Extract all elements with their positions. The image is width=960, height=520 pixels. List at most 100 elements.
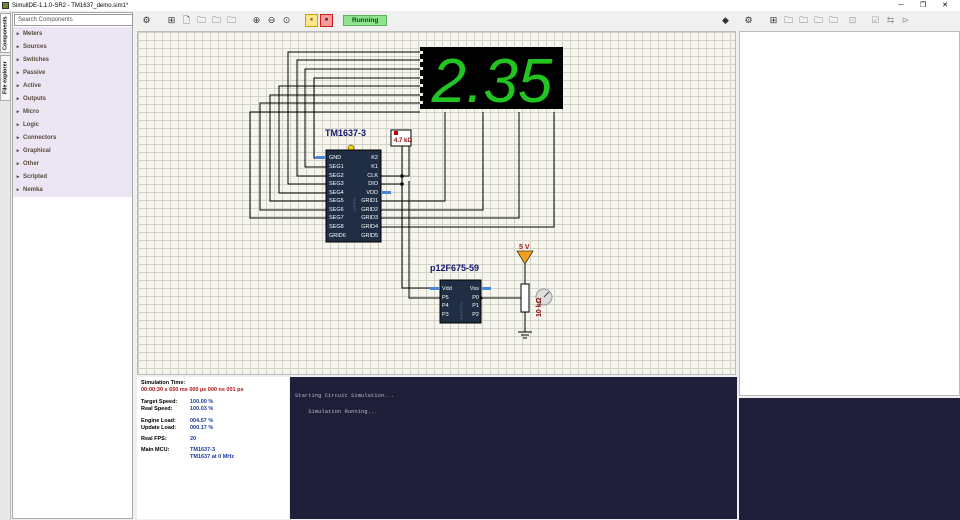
pin-seg3: SEG3 xyxy=(329,181,344,187)
mcu-pin-vss: Vss xyxy=(470,286,479,292)
potentiometer-10k[interactable]: 10 kΩ xyxy=(520,283,553,317)
expand-arrow-icon: ▸ xyxy=(16,121,20,128)
stop-icon[interactable]: ⏹ xyxy=(320,14,333,27)
pic12f675-mcu[interactable]: p12F675-59 PIC12F675 Vdd P5 P4 P3 Vss P0… xyxy=(430,263,491,324)
zoom-reset-icon[interactable]: ⊙ xyxy=(280,14,293,27)
info-icon[interactable]: ◆ xyxy=(719,14,732,27)
pot-value: 10 kΩ xyxy=(536,297,543,317)
window-title: SimulIDE-1.1.0-SR2 - TM1637_demo.sim1* xyxy=(12,2,129,9)
expand-arrow-icon: ▸ xyxy=(16,82,20,89)
pin-grid3: GRID3 xyxy=(361,215,378,221)
code-editor-panel[interactable] xyxy=(739,31,960,396)
mcu-body-text: PIC12F675 xyxy=(459,302,463,320)
category-scripted[interactable]: ▸ Scripted xyxy=(13,170,132,183)
editor-new-icon[interactable]: ⊞ xyxy=(767,14,780,27)
category-outputs[interactable]: ▸ Outputs xyxy=(13,92,132,105)
pin-k1: K1 xyxy=(371,164,378,170)
close-icon[interactable]: ✕ xyxy=(934,0,956,11)
pin-dio: DIO xyxy=(368,181,379,187)
tab-components-label: Components xyxy=(2,16,9,50)
editor-print-icon[interactable]: 🗀 xyxy=(827,14,840,27)
pin-grid4: GRID4 xyxy=(361,224,378,230)
compile-icon[interactable]: ☑ xyxy=(869,14,882,27)
run-icon[interactable]: ⊳ xyxy=(899,14,912,27)
category-nemka[interactable]: ▸ Nemka xyxy=(13,183,132,196)
gear-icon[interactable]: ⚙ xyxy=(140,14,153,27)
category-label: Passive xyxy=(23,69,46,76)
expand-arrow-icon: ▸ xyxy=(16,173,20,180)
restore-icon[interactable]: ❐ xyxy=(912,0,934,11)
output-console: Starting Circuit Simulation... Simulatio… xyxy=(290,377,737,519)
category-logic[interactable]: ▸ Logic xyxy=(13,118,132,131)
category-label: Graphical xyxy=(23,147,51,154)
title-bar: SimulIDE-1.1.0-SR2 - TM1637_demo.sim1* ─… xyxy=(0,0,960,11)
resistor-value: 4.7 kΩ xyxy=(394,138,412,144)
engine-load-label: Engine Load: xyxy=(141,418,176,424)
display-digits: 2.35 xyxy=(431,47,553,116)
zoom-out-icon[interactable]: ⊖ xyxy=(265,14,278,27)
pause-icon[interactable]: ⏸ xyxy=(305,14,318,27)
category-graphical[interactable]: ▸ Graphical xyxy=(13,144,132,157)
debug-icon[interactable]: ⊡ xyxy=(846,14,859,27)
tab-file-explorer[interactable]: File explorer xyxy=(0,55,11,101)
mcu-pin-p3: P3 xyxy=(442,312,449,318)
editor-open-icon[interactable]: 🗀 xyxy=(782,14,795,27)
category-connectors[interactable]: ▸ Connectors xyxy=(13,131,132,144)
mcu-vss-stub xyxy=(481,287,491,290)
mcu-label: p12F675-59 xyxy=(430,263,479,273)
save-as-icon[interactable]: 🗀 xyxy=(225,14,238,27)
main-mcu-value: TM1637-3 xyxy=(190,447,216,453)
category-meters[interactable]: ▸ Meters xyxy=(13,27,132,40)
expand-arrow-icon: ▸ xyxy=(16,186,20,193)
new-circuit-icon[interactable]: 🗋 xyxy=(180,14,193,27)
junction-dot xyxy=(400,182,404,186)
mcu-pin-p2: P2 xyxy=(472,312,479,318)
expand-arrow-icon: ▸ xyxy=(16,160,20,167)
search-input[interactable]: Search Components xyxy=(14,14,133,26)
supply-5v[interactable]: 5 V xyxy=(516,244,534,265)
expand-arrow-icon: ▸ xyxy=(16,108,20,115)
upload-icon[interactable]: ⇆ xyxy=(884,14,897,27)
pin-seg8: SEG8 xyxy=(329,224,344,230)
zoom-fit-icon[interactable]: ⊞ xyxy=(165,14,178,27)
mcu-vdd-stub xyxy=(430,287,440,290)
category-sources[interactable]: ▸ Sources xyxy=(13,40,132,53)
settings-gear-icon[interactable]: ⚙ xyxy=(742,14,755,27)
pin-grid1: GRID1 xyxy=(361,198,378,204)
minimize-icon[interactable]: ─ xyxy=(890,0,912,11)
real-fps-label: Real FPS: xyxy=(141,436,167,442)
pin-seg7: SEG7 xyxy=(329,215,344,221)
status-badge: Running xyxy=(343,15,388,26)
tab-components[interactable]: Components xyxy=(0,13,11,53)
editor-output-panel xyxy=(739,398,960,520)
category-switches[interactable]: ▸ Switches xyxy=(13,53,132,66)
save-icon[interactable]: 🗀 xyxy=(210,14,223,27)
junction-dot xyxy=(400,174,404,178)
category-label: Meters xyxy=(23,30,43,37)
components-panel: Search Components ▸ Meters ▸ Sources ▸ Swit… xyxy=(12,12,133,519)
circuit-canvas[interactable]: 2.35 TM1637-3 TM1637 GND SEG1 SEG2 SEG3 … xyxy=(137,31,736,375)
zoom-in-icon[interactable]: ⊕ xyxy=(250,14,263,27)
category-label: Other xyxy=(23,160,40,167)
resistor-4k7[interactable]: 4.7 kΩ xyxy=(390,129,412,147)
mcu-pin-p0: P0 xyxy=(472,295,479,301)
target-speed-label: Target Speed: xyxy=(141,399,178,405)
main-mcu-freq: TM1637 at 0 MHz xyxy=(190,454,235,460)
category-list: ▸ Meters ▸ Sources ▸ Switches ▸ Passive ▸ Act… xyxy=(13,27,132,197)
category-label: Nemka xyxy=(23,186,43,193)
editor-save-as-icon[interactable]: 🗀 xyxy=(812,14,825,27)
category-label: Connectors xyxy=(23,134,57,141)
category-label: Active xyxy=(23,82,42,89)
category-label: Scripted xyxy=(23,173,48,180)
category-passive[interactable]: ▸ Passive xyxy=(13,66,132,79)
seven-segment-display[interactable]: 2.35 xyxy=(420,47,563,116)
category-active[interactable]: ▸ Active xyxy=(13,79,132,92)
category-micro[interactable]: ▸ Micro xyxy=(13,105,132,118)
category-label: Outputs xyxy=(23,95,46,102)
tm1637-label: TM1637-3 xyxy=(325,128,366,138)
open-file-icon[interactable]: 🗀 xyxy=(195,14,208,27)
info-toolbar: ◆ xyxy=(719,12,734,29)
editor-save-icon[interactable]: 🗀 xyxy=(797,14,810,27)
category-other[interactable]: ▸ Other xyxy=(13,157,132,170)
pin-clk: CLK xyxy=(367,173,378,179)
